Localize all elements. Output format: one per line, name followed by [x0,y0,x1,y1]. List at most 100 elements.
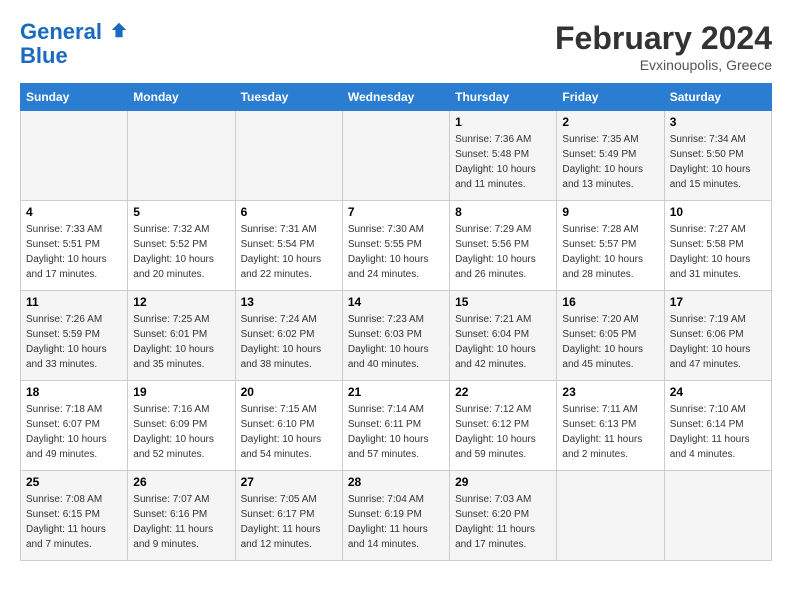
day-number: 25 [26,475,122,489]
calendar-cell: 2 Sunrise: 7:35 AM Sunset: 5:49 PM Daylig… [557,111,664,201]
day-number: 3 [670,115,766,129]
logo-text: General Blue [20,20,128,68]
logo-blue: Blue [20,43,68,68]
day-info: Sunrise: 7:10 AM Sunset: 6:14 PM Dayligh… [670,402,766,462]
day-number: 26 [133,475,229,489]
day-info: Sunrise: 7:33 AM Sunset: 5:51 PM Dayligh… [26,222,122,282]
day-info: Sunrise: 7:32 AM Sunset: 5:52 PM Dayligh… [133,222,229,282]
day-number: 12 [133,295,229,309]
day-info: Sunrise: 7:34 AM Sunset: 5:50 PM Dayligh… [670,132,766,192]
calendar-cell: 19Sunrise: 7:16 AM Sunset: 6:09 PM Dayli… [128,381,235,471]
calendar-cell: 25 Sunrise: 7:08 AM Sunset: 6:15 PM Dayli… [21,471,128,561]
calendar-cell: 28Sunrise: 7:04 AM Sunset: 6:19 PM Dayli… [342,471,449,561]
day-number: 29 [455,475,551,489]
weekday-header-friday: Friday [557,84,664,111]
day-number: 21 [348,385,444,399]
calendar-cell: 8Sunrise: 7:29 AM Sunset: 5:56 PM Daylig… [450,201,557,291]
day-info: Sunrise: 7:35 AM Sunset: 5:49 PM Dayligh… [562,132,658,192]
day-number: 6 [241,205,337,219]
day-info: Sunrise: 7:26 AM Sunset: 5:59 PM Dayligh… [26,312,122,372]
day-number: 4 [26,205,122,219]
day-info: Sunrise: 7:29 AM Sunset: 5:56 PM Dayligh… [455,222,551,282]
day-info: Sunrise: 7:28 AM Sunset: 5:57 PM Dayligh… [562,222,658,282]
calendar-cell: 23 Sunrise: 7:11 AM Sunset: 6:13 PM Dayli… [557,381,664,471]
day-info: Sunrise: 7:05 AM Sunset: 6:17 PM Dayligh… [241,492,337,552]
month-title: February 2024 [555,20,772,57]
calendar-week-5: 25 Sunrise: 7:08 AM Sunset: 6:15 PM Dayli… [21,471,772,561]
calendar-week-4: 18 Sunrise: 7:18 AM Sunset: 6:07 PM Dayli… [21,381,772,471]
day-info: Sunrise: 7:30 AM Sunset: 5:55 PM Dayligh… [348,222,444,282]
day-info: Sunrise: 7:25 AM Sunset: 6:01 PM Dayligh… [133,312,229,372]
calendar-week-2: 4 Sunrise: 7:33 AM Sunset: 5:51 PM Daylig… [21,201,772,291]
calendar-week-3: 11 Sunrise: 7:26 AM Sunset: 5:59 PM Dayli… [21,291,772,381]
title-block: February 2024 Evxinoupolis, Greece [555,20,772,73]
day-number: 16 [562,295,658,309]
calendar-cell: 10Sunrise: 7:27 AM Sunset: 5:58 PM Dayli… [664,201,771,291]
weekday-header-tuesday: Tuesday [235,84,342,111]
calendar-cell: 14 Sunrise: 7:23 AM Sunset: 6:03 PM Dayli… [342,291,449,381]
calendar-cell: 18 Sunrise: 7:18 AM Sunset: 6:07 PM Dayli… [21,381,128,471]
day-number: 10 [670,205,766,219]
calendar-cell: 22Sunrise: 7:12 AM Sunset: 6:12 PM Dayli… [450,381,557,471]
calendar-cell: 21 Sunrise: 7:14 AM Sunset: 6:11 PM Dayli… [342,381,449,471]
calendar-cell: 26Sunrise: 7:07 AM Sunset: 6:16 PM Dayli… [128,471,235,561]
day-info: Sunrise: 7:11 AM Sunset: 6:13 PM Dayligh… [562,402,658,462]
day-info: Sunrise: 7:08 AM Sunset: 6:15 PM Dayligh… [26,492,122,552]
calendar-cell [664,471,771,561]
day-number: 9 [562,205,658,219]
day-number: 2 [562,115,658,129]
day-number: 19 [133,385,229,399]
day-info: Sunrise: 7:12 AM Sunset: 6:12 PM Dayligh… [455,402,551,462]
day-info: Sunrise: 7:21 AM Sunset: 6:04 PM Dayligh… [455,312,551,372]
calendar-cell: 7 Sunrise: 7:30 AM Sunset: 5:55 PM Daylig… [342,201,449,291]
day-number: 28 [348,475,444,489]
day-number: 27 [241,475,337,489]
page-header: General Blue February 2024 Evxinoupolis,… [20,20,772,73]
logo-general: General [20,19,102,44]
day-number: 1 [455,115,551,129]
calendar-cell [128,111,235,201]
calendar-cell [235,111,342,201]
calendar-cell: 11 Sunrise: 7:26 AM Sunset: 5:59 PM Dayli… [21,291,128,381]
calendar-cell: 5Sunrise: 7:32 AM Sunset: 5:52 PM Daylig… [128,201,235,291]
weekday-header-saturday: Saturday [664,84,771,111]
calendar-cell: 4 Sunrise: 7:33 AM Sunset: 5:51 PM Daylig… [21,201,128,291]
calendar-header-row: SundayMondayTuesdayWednesdayThursdayFrid… [21,84,772,111]
day-info: Sunrise: 7:20 AM Sunset: 6:05 PM Dayligh… [562,312,658,372]
day-number: 7 [348,205,444,219]
day-info: Sunrise: 7:23 AM Sunset: 6:03 PM Dayligh… [348,312,444,372]
calendar-cell: 17Sunrise: 7:19 AM Sunset: 6:06 PM Dayli… [664,291,771,381]
weekday-header-wednesday: Wednesday [342,84,449,111]
calendar-cell: 16 Sunrise: 7:20 AM Sunset: 6:05 PM Dayli… [557,291,664,381]
calendar-cell: 20 Sunrise: 7:15 AM Sunset: 6:10 PM Dayli… [235,381,342,471]
calendar-cell [557,471,664,561]
calendar-cell: 24 Sunrise: 7:10 AM Sunset: 6:14 PM Dayli… [664,381,771,471]
logo: General Blue [20,20,128,68]
day-info: Sunrise: 7:14 AM Sunset: 6:11 PM Dayligh… [348,402,444,462]
day-number: 14 [348,295,444,309]
logo-icon [110,21,128,39]
calendar-cell: 27 Sunrise: 7:05 AM Sunset: 6:17 PM Dayli… [235,471,342,561]
calendar-cell [342,111,449,201]
day-number: 24 [670,385,766,399]
day-number: 15 [455,295,551,309]
location: Evxinoupolis, Greece [555,57,772,73]
day-info: Sunrise: 7:36 AM Sunset: 5:48 PM Dayligh… [455,132,551,192]
calendar-cell: 12 Sunrise: 7:25 AM Sunset: 6:01 PM Dayli… [128,291,235,381]
day-number: 11 [26,295,122,309]
calendar-cell [21,111,128,201]
day-info: Sunrise: 7:15 AM Sunset: 6:10 PM Dayligh… [241,402,337,462]
calendar-cell: 29Sunrise: 7:03 AM Sunset: 6:20 PM Dayli… [450,471,557,561]
day-number: 18 [26,385,122,399]
calendar-body: 1 Sunrise: 7:36 AM Sunset: 5:48 PM Daylig… [21,111,772,561]
calendar-table: SundayMondayTuesdayWednesdayThursdayFrid… [20,83,772,561]
day-number: 20 [241,385,337,399]
day-info: Sunrise: 7:19 AM Sunset: 6:06 PM Dayligh… [670,312,766,372]
calendar-cell: 15 Sunrise: 7:21 AM Sunset: 6:04 PM Dayli… [450,291,557,381]
calendar-cell: 3 Sunrise: 7:34 AM Sunset: 5:50 PM Daylig… [664,111,771,201]
calendar-week-1: 1 Sunrise: 7:36 AM Sunset: 5:48 PM Daylig… [21,111,772,201]
weekday-header-sunday: Sunday [21,84,128,111]
day-number: 23 [562,385,658,399]
calendar-cell: 6Sunrise: 7:31 AM Sunset: 5:54 PM Daylig… [235,201,342,291]
day-info: Sunrise: 7:18 AM Sunset: 6:07 PM Dayligh… [26,402,122,462]
